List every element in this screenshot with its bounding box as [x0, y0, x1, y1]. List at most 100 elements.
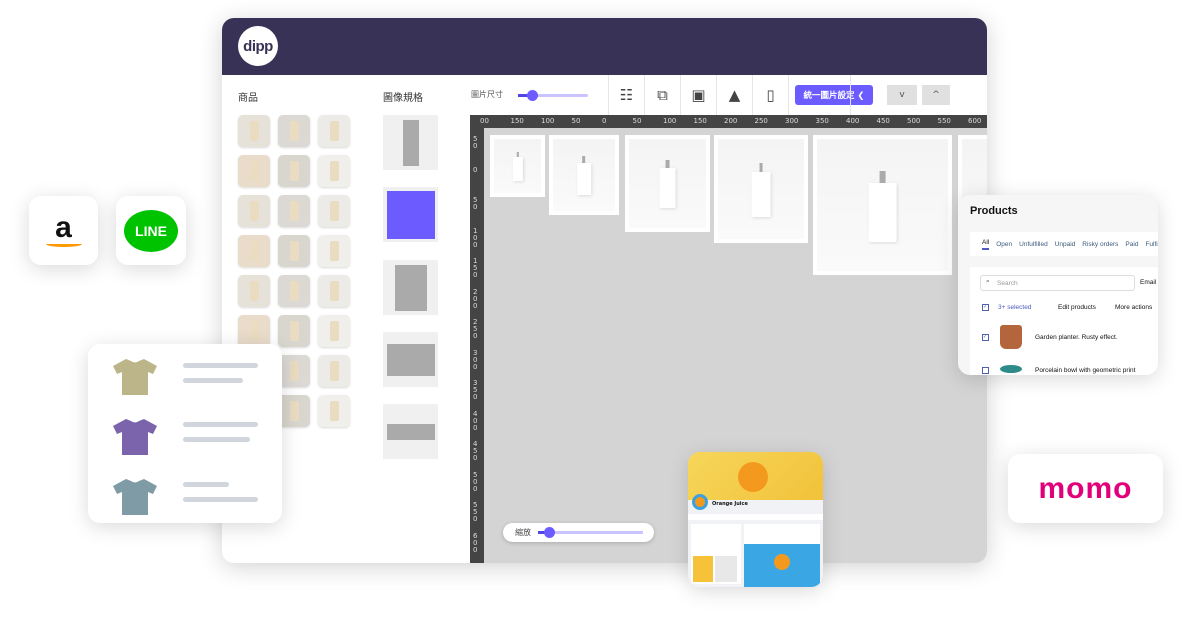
canvas-image[interactable]: [549, 135, 619, 215]
email-filter[interactable]: Email: [1140, 279, 1156, 286]
ruler-tick-label: 450: [473, 440, 478, 462]
momo-logo: momo: [1008, 454, 1163, 523]
spec-banner[interactable]: [383, 404, 438, 459]
zoom-label: 縮放: [515, 528, 531, 537]
search-input[interactable]: ⌕ Search: [980, 275, 1135, 291]
product-thumbnail[interactable]: [238, 315, 270, 347]
image-edit-icon[interactable]: ⧉: [644, 75, 680, 115]
page-tabs: [688, 514, 823, 520]
product-thumbnail[interactable]: [318, 115, 350, 147]
zoom-control: 縮放: [503, 523, 654, 542]
more-actions-button[interactable]: More actions: [1115, 304, 1152, 311]
product-thumbnail[interactable]: [238, 275, 270, 307]
product-thumbnail[interactable]: [278, 195, 310, 227]
orange-slice: [774, 554, 790, 570]
image-frame-icon[interactable]: ▣: [680, 75, 716, 115]
selected-count: 3+ selected: [998, 304, 1032, 311]
placeholder-line: [183, 363, 258, 368]
order-tab[interactable]: Risky orders: [1082, 241, 1118, 248]
product-thumbnail[interactable]: [278, 315, 310, 347]
ruler-tick-label: 300: [785, 117, 799, 125]
spec-portrait[interactable]: [383, 260, 438, 315]
product-thumbnail[interactable]: [278, 395, 310, 427]
bowl-image: [1000, 365, 1022, 373]
order-tab[interactable]: Unfulfilled: [1019, 241, 1048, 248]
order-tab[interactable]: Paid: [1125, 241, 1138, 248]
ruler-tick-label: 300: [473, 348, 478, 371]
order-tab[interactable]: All: [982, 239, 990, 250]
ruler-tick-label: 500: [473, 470, 478, 493]
watering-can-image: [1000, 325, 1022, 349]
ruler-tick-label: 100: [663, 117, 677, 125]
tshirt-icon: [113, 359, 157, 395]
sliders-icon[interactable]: ☷: [608, 75, 644, 115]
product-thumbnail[interactable]: [318, 235, 350, 267]
move-up-button[interactable]: ^: [922, 85, 950, 105]
canvas-image[interactable]: [490, 135, 545, 197]
page-name: Orange Juice: [712, 501, 748, 507]
product-thumbnail[interactable]: [278, 115, 310, 147]
ruler-tick-label: 50: [632, 117, 642, 125]
tshirt-icon: [113, 419, 157, 455]
post-header: [744, 524, 820, 544]
product-thumbnail[interactable]: [318, 155, 350, 187]
product-thumbnail[interactable]: [318, 355, 350, 387]
product-thumbnail[interactable]: [318, 395, 350, 427]
products-title: Products: [970, 205, 1018, 217]
shapes-icon[interactable]: ▲: [716, 75, 752, 115]
post-image: [744, 544, 820, 587]
ruler-tick-label: 150: [693, 117, 707, 125]
products-card: Products All Open Unfulfilled Unpaid Risky o…: [958, 195, 1158, 375]
unify-image-settings-button[interactable]: 統一圖片設定 ❮: [795, 85, 873, 105]
product-row-name[interactable]: Garden planter. Rusty effect.: [1035, 334, 1118, 341]
spec-landscape[interactable]: [383, 332, 438, 387]
placeholder-line: [183, 422, 258, 427]
product-row-name[interactable]: Porcelain bowl with geometric print: [1035, 367, 1135, 374]
app-header: dipp: [222, 18, 987, 75]
ruler-tick-label: 50: [473, 135, 478, 150]
move-down-button[interactable]: v: [887, 85, 917, 105]
product-thumbnail[interactable]: [278, 235, 310, 267]
image-size-slider[interactable]: [518, 90, 588, 101]
mobile-preview-icon[interactable]: ▯: [752, 75, 788, 115]
products-table: ⌕ Search Email ✓ 3+ selected Edit product…: [970, 267, 1158, 375]
canvas-image[interactable]: [625, 135, 710, 232]
product-thumbnail[interactable]: [238, 235, 270, 267]
row-checkbox[interactable]: [982, 367, 989, 374]
ruler-tick-label: 600: [473, 531, 478, 554]
product-thumbnail[interactable]: [318, 195, 350, 227]
spec-label: 圖像規格: [383, 93, 423, 104]
spec-tall[interactable]: [383, 115, 438, 170]
edit-products-button[interactable]: Edit products: [1058, 304, 1096, 311]
order-tab[interactable]: Fulfi: [1145, 241, 1157, 248]
product-thumbnail[interactable]: [238, 115, 270, 147]
ruler-tick-label: 400: [846, 117, 860, 125]
ruler-tick-label: 100: [473, 226, 478, 249]
spec-square[interactable]: [383, 187, 438, 242]
product-thumbnail[interactable]: [238, 155, 270, 187]
photo-thumb: [715, 556, 737, 582]
product-thumbnail[interactable]: [278, 275, 310, 307]
product-thumbnail[interactable]: [238, 195, 270, 227]
product-thumbnail[interactable]: [278, 355, 310, 387]
canvas-image[interactable]: [813, 135, 952, 275]
image-size-label: 圖片尺寸: [471, 90, 503, 99]
row-checkbox[interactable]: ✓: [982, 334, 989, 341]
order-tab[interactable]: Open: [996, 241, 1012, 248]
vertical-ruler: 500501001502002503003504004505005506006: [470, 128, 484, 563]
placeholder-line: [183, 482, 229, 487]
placeholder-line: [183, 497, 258, 502]
product-thumbnail[interactable]: [278, 155, 310, 187]
product-thumbnail[interactable]: [318, 275, 350, 307]
ruler-tick-label: 150: [510, 117, 524, 125]
ruler-tick-label: 400: [473, 409, 478, 432]
select-all-checkbox[interactable]: ✓: [982, 304, 989, 311]
tshirt-icon: [113, 479, 157, 515]
placeholder-line: [183, 378, 243, 383]
canvas-image[interactable]: [714, 135, 808, 243]
line-logo: LINE: [116, 196, 186, 265]
zoom-slider[interactable]: [538, 527, 643, 538]
order-tab[interactable]: Unpaid: [1055, 241, 1076, 248]
dipp-logo[interactable]: dipp: [238, 26, 278, 66]
product-thumbnail[interactable]: [318, 315, 350, 347]
